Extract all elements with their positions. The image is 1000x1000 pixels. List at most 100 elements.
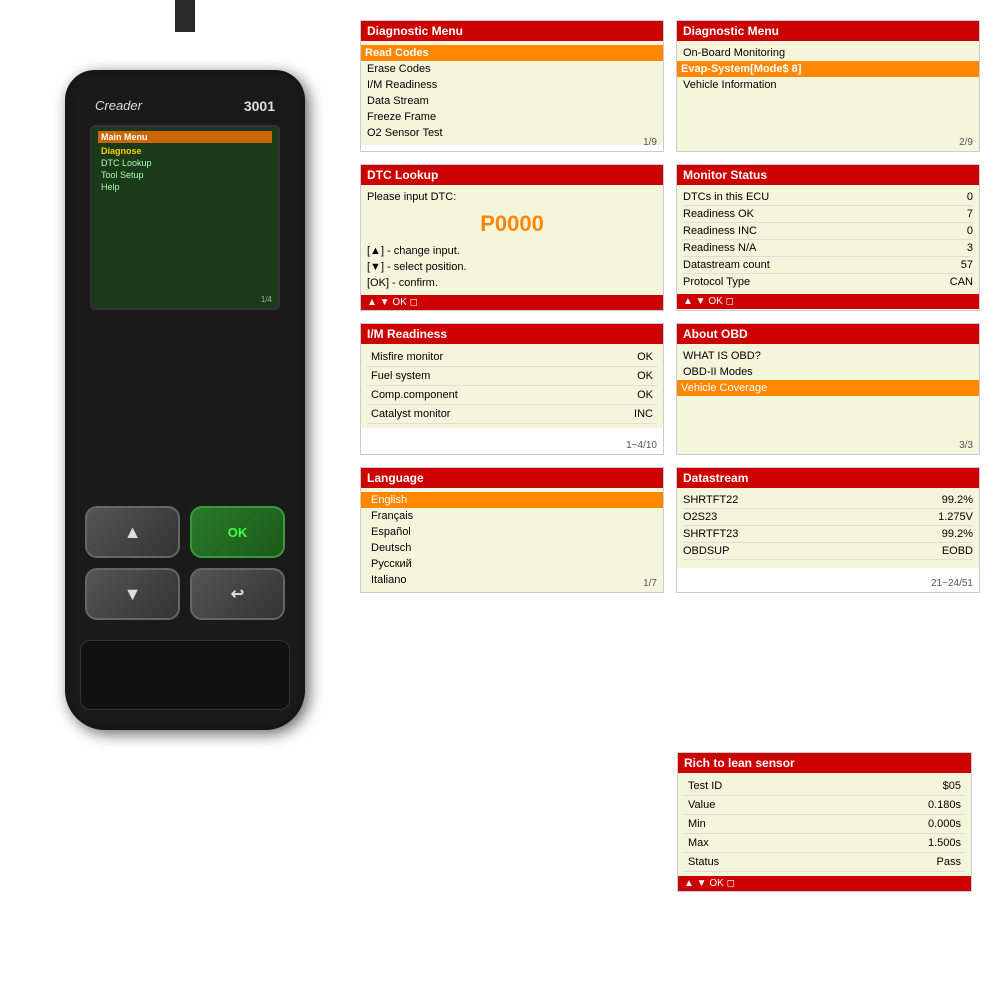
lang-item-2[interactable]: Español	[367, 524, 657, 540]
ds-label-0: SHRTFT22	[683, 494, 738, 506]
lean-nav: ▲ ▼ OK ◻	[678, 876, 971, 891]
ds-row-3: OBDSUP EOBD	[683, 543, 973, 560]
panel-im-readiness: I/M Readiness Misfire monitor OK Fuel sy…	[360, 323, 664, 455]
monitor-label-3: Readiness N/A	[683, 242, 756, 254]
readiness-label-2: Comp.component	[367, 386, 593, 405]
panel-ds-header: Datastream	[677, 468, 979, 488]
device-model: 3001	[244, 98, 275, 114]
monitor-value-0: 0	[967, 191, 973, 203]
panel-language: Language English Français Español Deutsc…	[360, 467, 664, 593]
diag1-page: 1/9	[643, 137, 657, 148]
readiness-row-0: Misfire monitor OK	[367, 348, 657, 367]
ds-label-1: O2S23	[683, 511, 717, 523]
readiness-row-1: Fuel system OK	[367, 367, 657, 386]
dtc-prompt: Please input DTC:	[367, 189, 657, 205]
ok-button[interactable]: OK	[190, 506, 285, 558]
dtc-hint-0: [▲] - change input.	[367, 243, 657, 259]
lean-label-3: Max	[684, 834, 827, 853]
ds-value-0: 99.2%	[942, 494, 973, 506]
lean-label-1: Value	[684, 796, 827, 815]
screen-item-dtc: DTC Lookup	[98, 157, 272, 169]
lang-item-1[interactable]: Français	[367, 508, 657, 524]
monitor-value-5: CAN	[950, 276, 973, 288]
panel-diag1-body: Read Codes Erase Codes I/M Readiness Dat…	[361, 41, 663, 145]
device-brand: Creader	[95, 98, 142, 113]
lean-label-4: Status	[684, 853, 827, 872]
lean-value-0: $05	[827, 777, 965, 796]
dtc-value[interactable]: P0000	[367, 211, 657, 237]
panel-monitor-header: Monitor Status	[677, 165, 979, 185]
lean-row-4: Status Pass	[684, 853, 965, 872]
screen-item-help: Help	[98, 181, 272, 193]
device: Creader 3001 Main Menu Diagnose DTC Look…	[30, 30, 340, 730]
diag1-item-3[interactable]: Data Stream	[367, 93, 657, 109]
panel-about-header: About OBD	[677, 324, 979, 344]
lean-value-4: Pass	[827, 853, 965, 872]
lean-nav-icons: ▲ ▼ OK ◻	[684, 878, 735, 889]
panel-monitor-body: DTCs in this ECU 0 Readiness OK 7 Readin…	[677, 185, 979, 294]
device-cable	[175, 0, 195, 32]
readiness-table: Misfire monitor OK Fuel system OK Comp.c…	[367, 348, 657, 424]
lean-row-0: Test ID $05	[684, 777, 965, 796]
monitor-value-2: 0	[967, 225, 973, 237]
panel-rich-lean: Rich to lean sensor Test ID $05 Value 0.…	[677, 752, 972, 892]
panel-lean-header: Rich to lean sensor	[678, 753, 971, 773]
panel-monitor-status: Monitor Status DTCs in this ECU 0 Readin…	[676, 164, 980, 311]
monitor-value-3: 3	[967, 242, 973, 254]
screen-item-setup: Tool Setup	[98, 169, 272, 181]
device-grip	[80, 640, 290, 710]
lang-item-0[interactable]: English	[361, 492, 663, 508]
lang-item-3[interactable]: Deutsch	[367, 540, 657, 556]
im-page: 1~4/10	[626, 440, 657, 451]
ds-value-3: EOBD	[942, 545, 973, 557]
monitor-label-1: Readiness OK	[683, 208, 754, 220]
ds-value-2: 99.2%	[942, 528, 973, 540]
readiness-row-2: Comp.component OK	[367, 386, 657, 405]
ds-label-3: OBDSUP	[683, 545, 729, 557]
readiness-label-0: Misfire monitor	[367, 348, 593, 367]
dtc-hint-1: [▼] - select position.	[367, 259, 657, 275]
diag1-item-0[interactable]: Read Codes	[361, 45, 663, 61]
diag2-item-1[interactable]: Evap-System[Mode$ 8]	[677, 61, 979, 77]
ds-table: SHRTFT22 99.2% O2S23 1.275V SHRTFT23 99.…	[683, 492, 973, 560]
about-page: 3/3	[959, 440, 973, 451]
device-buttons: ▲ OK ▼ ↩	[85, 506, 285, 620]
monitor-row-3: Readiness N/A 3	[683, 240, 973, 257]
panel-about-body: WHAT IS OBD? OBD-II Modes Vehicle Covera…	[677, 344, 979, 454]
diag2-item-0[interactable]: On-Board Monitoring	[683, 45, 973, 61]
diag2-page: 2/9	[959, 137, 973, 148]
lean-row-1: Value 0.180s	[684, 796, 965, 815]
monitor-label-5: Protocol Type	[683, 276, 750, 288]
diag2-item-2[interactable]: Vehicle Information	[683, 77, 973, 93]
diag1-item-4[interactable]: Freeze Frame	[367, 109, 657, 125]
lean-label-2: Min	[684, 815, 827, 834]
down-button[interactable]: ▼	[85, 568, 180, 620]
lang-item-4[interactable]: Русский	[367, 556, 657, 572]
panel-datastream: Datastream SHRTFT22 99.2% O2S23 1.275V S…	[676, 467, 980, 593]
lean-label-0: Test ID	[684, 777, 827, 796]
diag1-item-2[interactable]: I/M Readiness	[367, 77, 657, 93]
device-body: Creader 3001 Main Menu Diagnose DTC Look…	[65, 70, 305, 730]
about-item-1[interactable]: OBD-II Modes	[683, 364, 973, 380]
readiness-value-2: OK	[593, 386, 657, 405]
panel-im-header: I/M Readiness	[361, 324, 663, 344]
monitor-row-1: Readiness OK 7	[683, 206, 973, 223]
diag1-item-1[interactable]: Erase Codes	[367, 61, 657, 77]
about-item-2[interactable]: Vehicle Coverage	[677, 380, 979, 396]
diag1-item-5[interactable]: O2 Sensor Test	[367, 125, 657, 141]
back-button[interactable]: ↩	[190, 568, 285, 620]
readiness-label-1: Fuel system	[367, 367, 593, 386]
about-item-0[interactable]: WHAT IS OBD?	[683, 348, 973, 364]
monitor-row-5: Protocol Type CAN	[683, 274, 973, 290]
monitor-row-0: DTCs in this ECU 0	[683, 189, 973, 206]
readiness-value-3: INC	[593, 405, 657, 424]
lean-value-1: 0.180s	[827, 796, 965, 815]
lean-row-3: Max 1.500s	[684, 834, 965, 853]
up-button[interactable]: ▲	[85, 506, 180, 558]
lang-item-5[interactable]: Italiano	[367, 572, 657, 588]
ds-value-1: 1.275V	[938, 511, 973, 523]
ds-page: 21~24/51	[931, 578, 973, 589]
device-screen: Main Menu Diagnose DTC Lookup Tool Setup…	[90, 125, 280, 310]
monitor-value-1: 7	[967, 208, 973, 220]
monitor-row-2: Readiness INC 0	[683, 223, 973, 240]
